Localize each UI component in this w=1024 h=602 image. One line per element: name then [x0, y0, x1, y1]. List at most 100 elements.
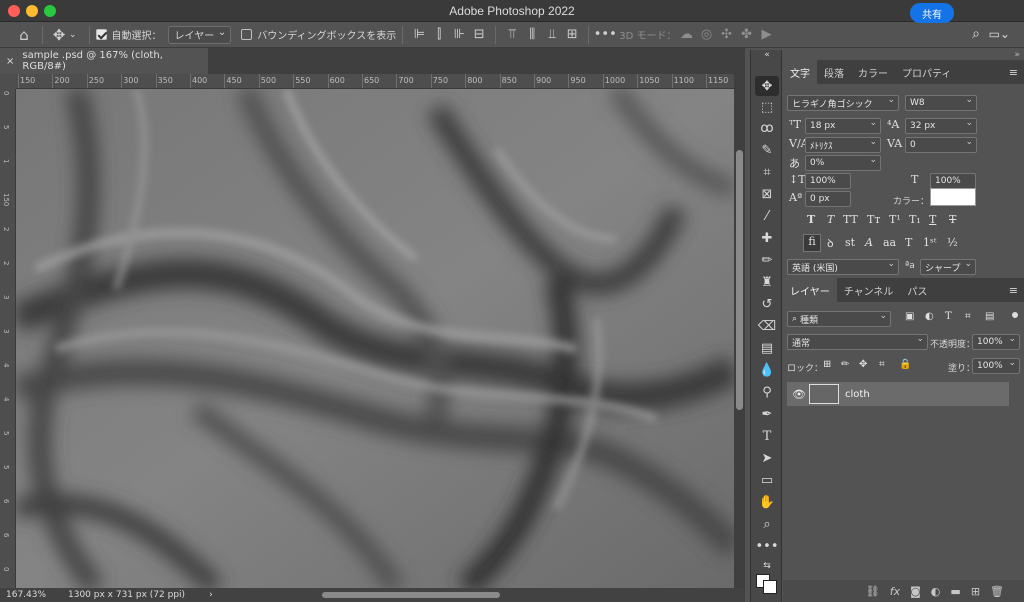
- stylistic-alternates-icon[interactable]: aa: [883, 236, 896, 249]
- 3d-roll-icon[interactable]: ◎: [697, 25, 717, 45]
- 3d-drag-icon[interactable]: ✣: [717, 25, 737, 45]
- layer-style-icon[interactable]: fx: [890, 585, 900, 598]
- baseline-shift-field[interactable]: 0 px: [805, 191, 851, 207]
- swap-colors-icon[interactable]: ⇆: [755, 556, 779, 576]
- more-tools-icon[interactable]: •••: [755, 536, 779, 556]
- tab-character[interactable]: 文字: [783, 60, 817, 84]
- faux-bold-icon[interactable]: T: [807, 213, 815, 226]
- filter-pixel-icon[interactable]: ▣: [905, 311, 914, 322]
- more-options-icon[interactable]: •••: [594, 25, 617, 45]
- new-layer-icon[interactable]: ⊞: [971, 585, 980, 598]
- align-bottom-icon[interactable]: ⫫: [542, 25, 562, 45]
- opacity-field[interactable]: 100%: [972, 334, 1020, 350]
- tab-channels[interactable]: チャンネル: [837, 278, 901, 302]
- all-caps-icon[interactable]: TT: [843, 213, 858, 226]
- vertical-scrollbar[interactable]: [734, 74, 745, 588]
- lock-position-icon[interactable]: ✥: [859, 359, 867, 370]
- path-select-tool-icon[interactable]: ➤: [755, 448, 779, 468]
- horizontal-ruler[interactable]: 150 200 250 300 350 400 450 500 550 600 650 700 750 8…: [16, 74, 734, 89]
- filter-shape-icon[interactable]: ⌗: [965, 311, 971, 322]
- ordinals-icon[interactable]: 1ˢᵗ: [923, 236, 936, 249]
- layer-row[interactable]: 👁 cloth: [787, 382, 1009, 406]
- collapse-icon[interactable]: «: [755, 50, 779, 60]
- fractions-icon[interactable]: ½: [947, 236, 958, 249]
- chevron-down-icon[interactable]: ⌄: [69, 30, 77, 40]
- chevron-right-icon[interactable]: ›: [209, 590, 213, 600]
- ligature-icon[interactable]: fi: [803, 234, 821, 252]
- kerning-select[interactable]: ﾒﾄﾘｸｽ: [805, 137, 881, 153]
- font-size-field[interactable]: 18 px: [805, 118, 881, 134]
- discretionary-ligature-icon[interactable]: st: [845, 236, 855, 249]
- strikethrough-icon[interactable]: T: [949, 213, 956, 226]
- tab-color[interactable]: カラー: [851, 60, 895, 84]
- filter-smart-object-icon[interactable]: ▤: [985, 311, 994, 322]
- tsume-field[interactable]: 0%: [805, 155, 881, 171]
- language-select[interactable]: 英語 (米国): [787, 259, 899, 275]
- horizontal-scrollbar-thumb[interactable]: [322, 592, 500, 598]
- type-tool-icon[interactable]: T: [755, 426, 779, 446]
- eraser-tool-icon[interactable]: ⌫: [755, 316, 779, 336]
- blend-mode-select[interactable]: 通常: [787, 334, 928, 350]
- brush-tool-icon[interactable]: ✏: [755, 250, 779, 270]
- share-button[interactable]: 共有: [910, 3, 954, 23]
- workspace-icon[interactable]: ▭⌄: [989, 27, 1010, 41]
- layer-mask-icon[interactable]: ◙: [910, 585, 921, 598]
- home-icon[interactable]: ⌂: [12, 25, 36, 45]
- vertical-scale-field[interactable]: 100%: [805, 173, 851, 189]
- lock-transparency-icon[interactable]: ⊞: [823, 359, 831, 370]
- marquee-tool-icon[interactable]: ⬚: [755, 97, 779, 117]
- healing-brush-tool-icon[interactable]: ✚: [755, 228, 779, 248]
- align-middle-icon[interactable]: ⫼: [522, 25, 542, 45]
- align-right-icon[interactable]: ⊪: [449, 25, 469, 45]
- zoom-level[interactable]: 167.43%: [6, 590, 64, 600]
- adjustment-layer-icon[interactable]: ◐: [931, 585, 941, 598]
- antialias-select[interactable]: シャープ: [920, 259, 976, 275]
- link-layers-icon[interactable]: ⛓: [866, 585, 880, 598]
- hand-tool-icon[interactable]: ✋: [755, 492, 779, 512]
- close-tab-icon[interactable]: ×: [6, 56, 14, 67]
- distribute-vertical-icon[interactable]: ⊞: [562, 25, 582, 45]
- tab-paths[interactable]: パス: [900, 278, 934, 302]
- 3d-slide-icon[interactable]: ✤: [737, 25, 757, 45]
- ruler-origin[interactable]: [0, 74, 16, 89]
- blur-tool-icon[interactable]: 💧: [755, 360, 779, 380]
- filter-toggle[interactable]: [1012, 312, 1018, 318]
- leading-field[interactable]: 32 px: [905, 118, 977, 134]
- lock-artboard-icon[interactable]: ⌗: [879, 359, 885, 370]
- old-style-icon[interactable]: ꝺ: [827, 236, 834, 251]
- dodge-tool-icon[interactable]: ⚲: [755, 382, 779, 402]
- horizontal-scale-field[interactable]: 100%: [930, 173, 976, 189]
- swash-icon[interactable]: A: [865, 236, 873, 249]
- align-left-icon[interactable]: ⊫: [409, 25, 429, 45]
- move-tool-icon[interactable]: ✥: [755, 76, 779, 96]
- filter-type-icon[interactable]: T: [945, 311, 952, 322]
- tab-properties[interactable]: プロパティ: [895, 60, 958, 84]
- crop-tool-icon[interactable]: ⌗: [755, 162, 779, 182]
- bounding-box-checkbox[interactable]: [241, 29, 253, 40]
- eye-icon[interactable]: 👁: [792, 388, 806, 401]
- tab-paragraph[interactable]: 段落: [817, 60, 851, 84]
- 3d-camera-icon[interactable]: ▶: [757, 25, 777, 45]
- text-color-swatch[interactable]: [930, 188, 976, 206]
- background-color-swatch[interactable]: [763, 580, 777, 594]
- align-center-icon[interactable]: ⫿: [429, 25, 449, 45]
- tracking-field[interactable]: 0: [905, 137, 977, 153]
- history-brush-tool-icon[interactable]: ↺: [755, 294, 779, 314]
- tab-layers[interactable]: レイヤー: [783, 278, 837, 302]
- align-top-icon[interactable]: ⫪: [502, 25, 522, 45]
- pen-tool-icon[interactable]: ✒: [755, 404, 779, 424]
- vertical-ruler[interactable]: 0 5 1 150 2 2 3 3 4 4 5 5 6 6 0: [0, 89, 16, 588]
- subscript-icon[interactable]: T₁: [909, 213, 921, 226]
- rectangle-tool-icon[interactable]: ▭: [755, 470, 779, 490]
- filter-adjustment-icon[interactable]: ◐: [925, 311, 934, 322]
- gradient-tool-icon[interactable]: ▤: [755, 338, 779, 358]
- lock-all-icon[interactable]: 🔒: [899, 359, 911, 370]
- collapse-panels-icon[interactable]: »: [1014, 50, 1020, 60]
- zoom-tool-icon[interactable]: ⌕: [755, 514, 779, 534]
- 3d-orbit-icon[interactable]: ☁: [677, 25, 697, 45]
- new-group-icon[interactable]: ▬: [950, 585, 960, 598]
- vertical-scrollbar-thumb[interactable]: [736, 150, 743, 410]
- fill-field[interactable]: 100%: [972, 358, 1020, 374]
- font-family-select[interactable]: ヒラギノ角ゴシック: [787, 95, 899, 111]
- frame-tool-icon[interactable]: ⊠: [755, 184, 779, 204]
